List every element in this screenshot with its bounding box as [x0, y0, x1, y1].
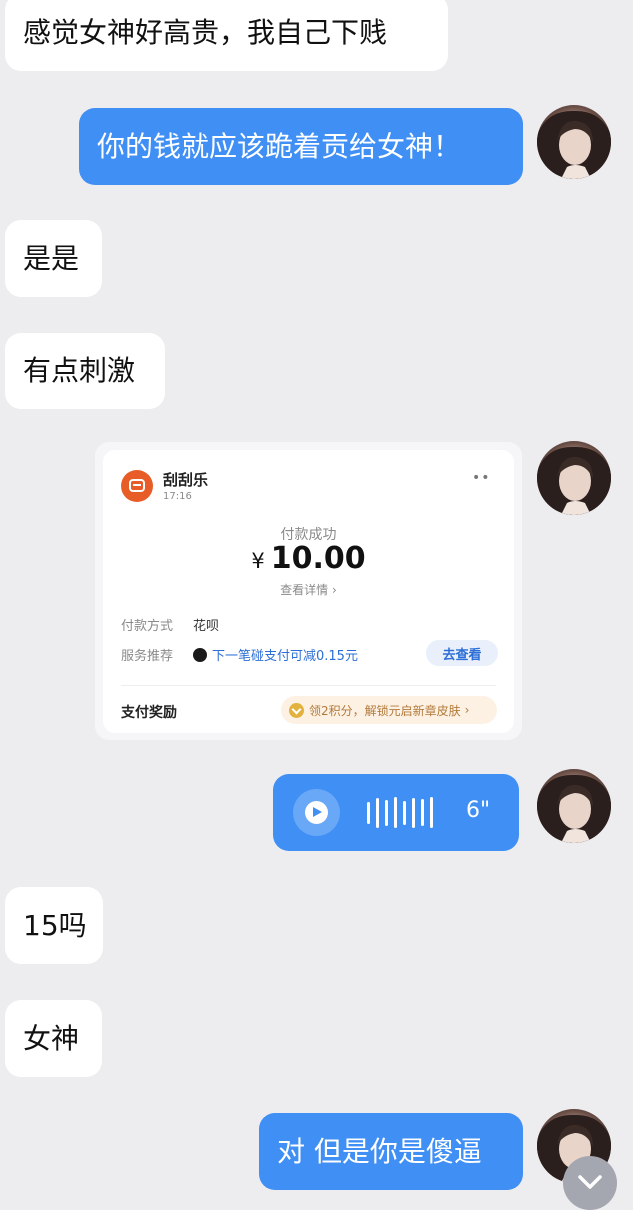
avatar-photo-icon: [537, 110, 611, 179]
message-text: 感觉女神好高贵，我自己下贱: [23, 15, 388, 49]
scroll-to-bottom-button[interactable]: [563, 1156, 617, 1210]
avatar[interactable]: [537, 105, 611, 179]
divider: [121, 685, 496, 686]
waveform-icon: [367, 797, 439, 828]
message-text: 你的钱就应该跪着贡给女神！: [97, 129, 462, 163]
payment-card[interactable]: 刮刮乐 17:16 •• 付款成功 ¥10.00 查看详情 › 付款方式 花呗 …: [103, 450, 514, 733]
message-sent[interactable]: 你的钱就应该跪着贡给女神！: [79, 108, 523, 185]
payment-amount: ¥10.00: [103, 541, 514, 576]
view-details-label: 查看详情: [280, 583, 329, 597]
message-received[interactable]: 15吗: [5, 887, 103, 964]
view-details-link[interactable]: 查看详情 ›: [103, 581, 514, 598]
payment-method-label: 付款方式: [121, 619, 174, 634]
merchant-name: 刮刮乐: [163, 471, 209, 489]
reward-label: 支付奖励: [121, 705, 177, 721]
chevron-right-icon: ›: [464, 703, 470, 717]
play-icon: [305, 801, 328, 824]
avatar[interactable]: [537, 769, 611, 843]
message-received[interactable]: 有点刺激: [5, 333, 165, 409]
promo-icon: [193, 647, 207, 662]
currency-symbol: ¥: [251, 549, 265, 573]
play-button[interactable]: [293, 789, 340, 836]
message-text: 15吗: [23, 908, 87, 942]
service-label: 服务推荐: [121, 649, 174, 664]
voice-message[interactable]: 6": [273, 774, 519, 851]
chevron-down-icon: [578, 1175, 602, 1189]
avatar-photo-icon: [537, 774, 611, 843]
go-view-button[interactable]: 去查看: [426, 640, 498, 666]
scratch-card-logo-icon: [121, 470, 153, 502]
amount-value: 10.00: [270, 541, 366, 576]
points-coin-icon: [289, 702, 304, 718]
service-promo-text: 下一笔碰支付可减0.15元: [212, 649, 358, 664]
message-sent[interactable]: 对 但是你是傻逼: [259, 1113, 523, 1190]
message-text: 女神: [23, 1021, 80, 1055]
message-received[interactable]: 女神: [5, 1000, 102, 1077]
message-text: 对 但是你是傻逼: [277, 1134, 482, 1168]
message-text: 是是: [23, 241, 80, 275]
service-promo[interactable]: 下一笔碰支付可减0.15元: [193, 645, 358, 664]
reward-badge[interactable]: 领2积分，解锁元启新章皮肤 ›: [281, 696, 497, 724]
avatar-photo-icon: [537, 446, 611, 515]
message-received[interactable]: 感觉女神好高贵，我自己下贱: [5, 0, 448, 71]
message-text: 有点刺激: [23, 354, 136, 388]
avatar[interactable]: [537, 441, 611, 515]
more-options-button[interactable]: ••: [472, 470, 491, 486]
message-received[interactable]: 是是: [5, 220, 102, 297]
reward-text: 领2积分，解锁元启新章皮肤: [309, 703, 461, 718]
payment-method-value: 花呗: [193, 619, 220, 634]
payment-time: 17:16: [163, 491, 192, 502]
voice-duration: 6": [466, 798, 491, 823]
chevron-right-icon: ›: [328, 583, 337, 597]
